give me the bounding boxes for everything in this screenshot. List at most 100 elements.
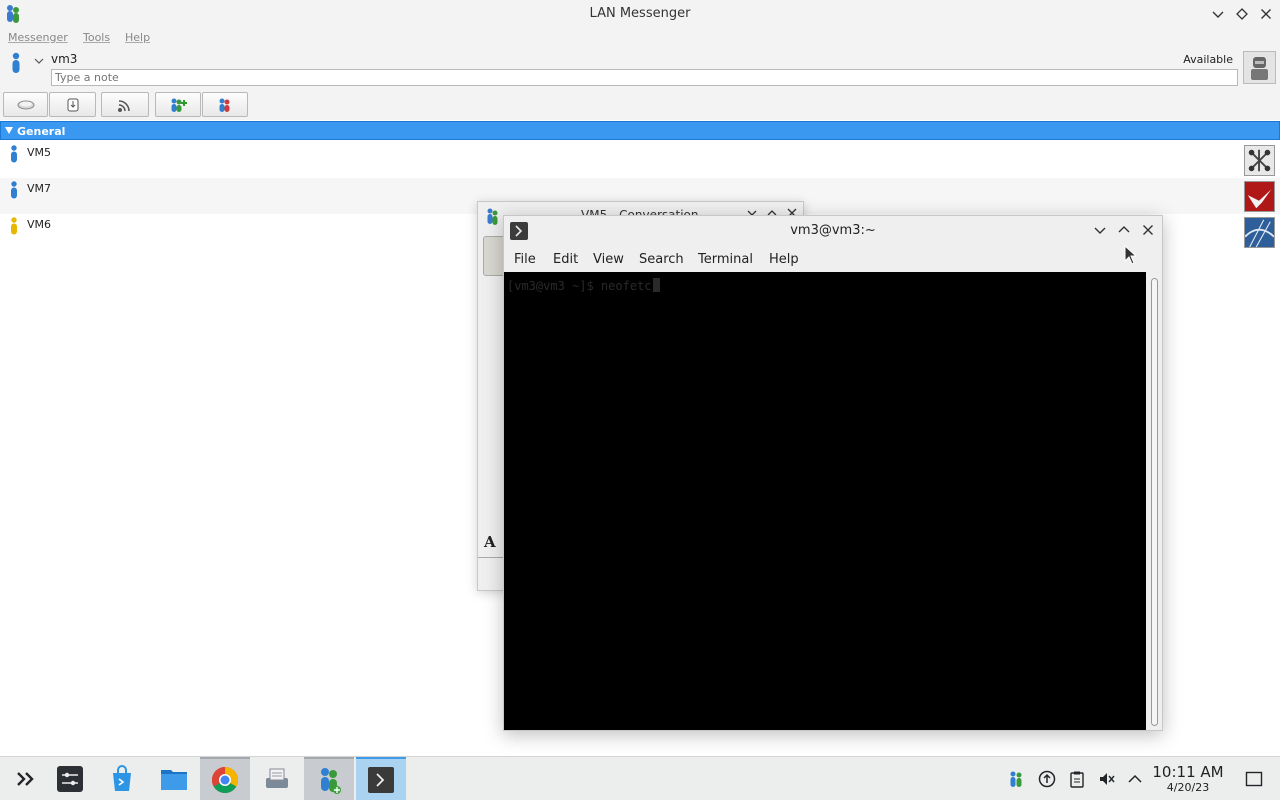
taskbar: 10:11 AM 4/20/23 <box>0 756 1280 800</box>
tray-lan-messenger[interactable] <box>1006 769 1026 789</box>
menu-edit[interactable]: Edit <box>553 252 578 267</box>
settings-icon <box>219 98 230 112</box>
menu-terminal[interactable]: Terminal <box>698 252 753 267</box>
broadcast-icon <box>118 99 130 112</box>
tray-expand[interactable] <box>1125 769 1145 789</box>
command-line: [vm3@vm3 ~]$ neofetc <box>507 279 652 293</box>
terminal-title: vm3@vm3:~ <box>790 223 876 238</box>
terminal-screen[interactable]: [vm3@vm3 ~]$ neofetc <box>504 272 1146 730</box>
chevron-down-icon <box>1212 11 1224 18</box>
window-title: LAN Messenger <box>589 6 691 21</box>
messenger-titlebar: LAN Messenger <box>0 0 1280 28</box>
menu-tools[interactable]: Tools <box>83 31 110 44</box>
chevron-down-icon[interactable] <box>34 57 44 65</box>
file-transfer-icon <box>67 98 78 111</box>
chrome-button[interactable] <box>200 757 250 800</box>
menu-help[interactable]: Help <box>125 31 150 44</box>
clock-time[interactable]: 10:11 AM <box>1152 763 1224 781</box>
maximize-button[interactable] <box>1116 222 1132 238</box>
show-desktop-button[interactable] <box>1244 769 1264 789</box>
contact-row-vm5[interactable]: VM5 <box>0 142 1280 178</box>
scrollbar[interactable] <box>1151 278 1158 726</box>
menu-file[interactable]: File <box>514 252 536 267</box>
menu-help[interactable]: Help <box>769 252 799 267</box>
add-group-icon <box>171 98 187 112</box>
bridge-avatar-icon <box>1244 217 1275 248</box>
close-button[interactable] <box>1140 222 1156 238</box>
terminal-taskbar-button[interactable] <box>356 757 406 800</box>
mouse-pointer-icon <box>1124 245 1138 265</box>
terminal-icon <box>368 767 394 793</box>
lan-messenger-icon <box>487 208 498 225</box>
diamond-icon <box>1236 8 1248 20</box>
crane-avatar-icon <box>1244 181 1275 212</box>
maximize-button[interactable] <box>1232 4 1252 24</box>
discover-store-icon <box>113 765 131 791</box>
menu-search[interactable]: Search <box>639 252 684 267</box>
scanner-icon <box>266 768 288 788</box>
terminal-menubar: File Edit View Search Terminal Help <box>504 249 1162 271</box>
close-icon <box>1261 9 1271 19</box>
text-cursor <box>652 278 660 292</box>
avatar[interactable] <box>1243 51 1276 84</box>
tray-clipboard[interactable] <box>1067 769 1087 789</box>
contact-status-icon <box>11 145 17 163</box>
volume-muted-icon <box>1100 773 1115 785</box>
terminal-prompt: [vm3@vm3 ~]$ neofetc <box>507 278 660 293</box>
contact-name: VM6 <box>27 218 52 231</box>
system-settings-button[interactable] <box>45 757 95 800</box>
network-avatar-icon <box>1244 145 1275 176</box>
messenger-menubar: Messenger Tools Help <box>0 28 1280 48</box>
robot-avatar-icon <box>1244 52 1275 83</box>
messenger-toolbar <box>0 90 1280 120</box>
lan-messenger-tray-icon <box>1010 771 1022 787</box>
tray-volume[interactable] <box>1097 769 1117 789</box>
chevron-up-icon <box>1128 774 1142 783</box>
menu-view[interactable]: View <box>593 252 624 267</box>
broadcast-button[interactable] <box>101 92 149 117</box>
group-header-general[interactable]: General <box>0 121 1280 140</box>
terminal-window[interactable]: vm3@vm3:~ File Edit View Search Terminal… <box>503 215 1163 731</box>
chrome-icon <box>211 766 239 794</box>
clipboard-icon <box>1070 771 1084 788</box>
settings-button[interactable] <box>202 92 248 117</box>
file-transfer-button[interactable] <box>49 92 96 117</box>
contact-status-icon <box>11 217 17 235</box>
user-status-icon[interactable] <box>8 52 24 74</box>
menu-messenger[interactable]: Messenger <box>8 31 68 44</box>
system-settings-icon <box>57 766 83 792</box>
divider <box>478 557 504 558</box>
contact-name: VM5 <box>27 146 52 159</box>
app-launcher-icon <box>17 772 34 786</box>
folder-icon <box>161 770 187 790</box>
chevron-down-icon <box>1094 227 1106 234</box>
file-manager-button[interactable] <box>149 757 199 800</box>
add-group-button[interactable] <box>155 92 201 117</box>
lan-messenger-taskbar-button[interactable] <box>304 757 354 800</box>
chevron-up-icon <box>1118 226 1130 233</box>
chat-button[interactable] <box>3 92 48 117</box>
group-name: General <box>17 125 66 138</box>
status-label[interactable]: Available <box>1183 53 1233 66</box>
clock-date[interactable]: 4/20/23 <box>1152 781 1224 794</box>
expand-arrow-icon <box>5 127 13 134</box>
minimize-button[interactable] <box>1208 4 1228 24</box>
contact-status-icon <box>11 181 17 199</box>
scanner-button[interactable] <box>252 757 302 800</box>
tray-updates[interactable] <box>1037 769 1057 789</box>
discover-store-button[interactable] <box>97 757 147 800</box>
username: vm3 <box>51 52 78 66</box>
chat-icon <box>17 100 34 109</box>
contact-avatar <box>483 236 505 276</box>
minimize-button[interactable] <box>1092 222 1108 238</box>
application-launcher-button[interactable] <box>0 757 50 800</box>
close-icon <box>1143 225 1153 235</box>
show-desktop-icon <box>1245 771 1263 787</box>
user-panel: vm3 Available <box>0 48 1280 90</box>
font-icon[interactable]: A <box>484 533 496 551</box>
contact-name: VM7 <box>27 182 52 195</box>
close-button[interactable] <box>1256 4 1276 24</box>
note-input[interactable] <box>51 69 1238 86</box>
update-icon <box>1038 770 1056 788</box>
lan-messenger-icon <box>321 768 341 794</box>
